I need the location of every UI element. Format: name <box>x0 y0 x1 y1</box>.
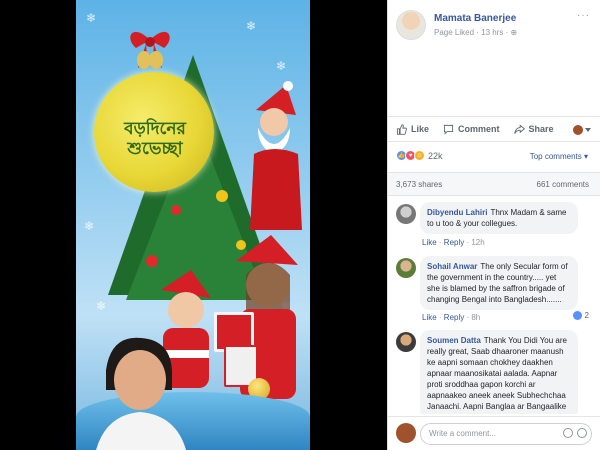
like-label: Like <box>411 124 430 134</box>
avatar[interactable] <box>396 332 416 352</box>
commenter-name[interactable]: Sohail Anwar <box>427 262 477 271</box>
bow-icon <box>130 31 170 69</box>
avatar <box>573 125 583 135</box>
haha-reaction-icon: ☺ <box>414 150 425 161</box>
comment-bubble: Soumen Datta Thank You Didi You are reall… <box>420 330 578 414</box>
like-button[interactable]: Like <box>396 123 430 135</box>
post-stats: 3,673 shares 661 comments <box>388 172 600 196</box>
avatar[interactable] <box>396 258 416 278</box>
comment-button[interactable]: Comment <box>443 124 500 135</box>
comment-label: Comment <box>458 124 500 134</box>
comment-sort-dropdown[interactable]: Top comments ▾ <box>530 152 588 161</box>
post-header: Mamata Banerjee Page Liked · 13 hrs · ⊕ … <box>388 0 600 52</box>
like-reaction-icon <box>572 311 582 320</box>
post-actions: Like Comment Share <box>388 116 600 142</box>
santa-figure <box>250 81 302 230</box>
comment-item: Sohail Anwar The only Secular form of the… <box>388 256 600 326</box>
reaction-count: 22k <box>428 150 443 161</box>
comments-count-link[interactable]: 661 comments <box>537 180 589 189</box>
share-icon <box>513 123 525 134</box>
avatar[interactable] <box>396 10 426 40</box>
commenter-name[interactable]: Dibyendu Lahiri <box>427 208 487 217</box>
post-meta: Page Liked · 13 hrs · ⊕ <box>434 28 517 37</box>
page-name-link[interactable]: Mamata Banerjee <box>434 13 516 24</box>
comment-reply-link[interactable]: Reply <box>444 313 464 322</box>
comment-time[interactable]: 12h <box>471 238 484 247</box>
comment-bubble: Sohail Anwar The only Secular form of the… <box>420 256 578 310</box>
emoji-icon[interactable] <box>563 428 573 438</box>
post-meta-text: Page Liked · 13 hrs · <box>434 28 511 37</box>
comment-bubble: Dibyendu Lahiri Thnx Madam & same to u to… <box>420 202 578 234</box>
comment-reply-link[interactable]: Reply <box>444 238 464 247</box>
caret-down-icon <box>585 128 591 132</box>
snowflake-icon: ❄ <box>246 19 257 33</box>
comment-time[interactable]: 8h <box>471 313 480 322</box>
comment-like-link[interactable]: Like <box>422 238 437 247</box>
snowflake-icon: ❄ <box>86 11 97 25</box>
reactions-summary[interactable]: 👍 ♥ ☺ 22k <box>396 150 443 161</box>
comment-item: Soumen Datta Thank You Didi You are reall… <box>388 330 600 414</box>
comment-like-link[interactable]: Like <box>422 313 437 322</box>
share-label: Share <box>528 124 554 134</box>
comment-like-count[interactable]: 2 <box>572 311 589 320</box>
ornament <box>216 190 228 202</box>
composer-icons <box>563 428 587 438</box>
post-as-selector[interactable] <box>573 124 591 136</box>
comment-icon <box>443 124 454 135</box>
camera-icon[interactable] <box>577 428 587 438</box>
comment-text: Thank You Didi You are really great, Saa… <box>427 336 567 414</box>
comment-item: Dibyendu Lahiri Thnx Madam & same to u to… <box>388 202 600 250</box>
globe-icon: ⊕ <box>510 28 518 37</box>
portrait-figure <box>96 337 186 450</box>
greeting-text: বড়দিনের শুভেচ্ছা <box>124 119 186 159</box>
commenter-name[interactable]: Soumen Datta <box>427 336 481 345</box>
comment-likes: 2 <box>584 311 589 320</box>
post-sidebar: Mamata Banerjee Page Liked · 13 hrs · ⊕ … <box>387 0 600 450</box>
ornament <box>146 255 158 267</box>
comment-meta: Like · Reply · 12h <box>422 238 485 247</box>
share-button[interactable]: Share <box>513 123 554 135</box>
snowflake-icon: ❄ <box>96 299 107 313</box>
avatar <box>396 423 416 443</box>
ornament <box>171 205 181 215</box>
comment-composer: Write a comment... <box>388 416 600 450</box>
thumbs-up-icon <box>396 123 407 135</box>
shares-count-link[interactable]: 3,673 shares <box>396 180 442 189</box>
comment-meta: Like · Reply · 8h <box>422 313 481 322</box>
more-options-button[interactable]: ··· <box>577 10 590 21</box>
snowflake-icon: ❄ <box>84 219 95 233</box>
post-photo[interactable]: ❄ ❄ ❄ ❄ ❄ ❄ বড়দিনের শুভেচ্ছা <box>76 0 310 450</box>
avatar[interactable] <box>396 204 416 224</box>
